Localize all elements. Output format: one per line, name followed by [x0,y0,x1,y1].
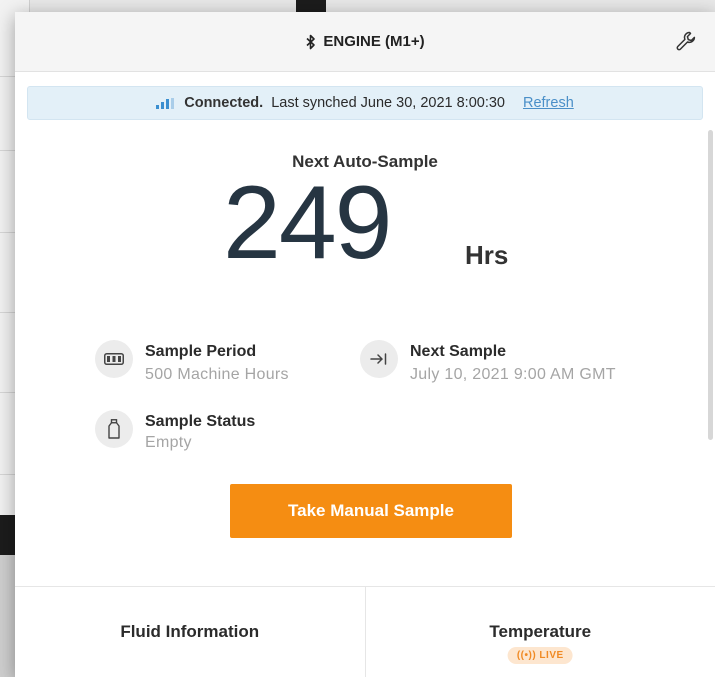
live-badge: ((•)) LIVE [507,647,573,664]
bottom-cards: Fluid Information Temperature ((•)) LIVE [15,586,715,677]
take-manual-sample-button[interactable]: Take Manual Sample [230,484,512,538]
header-title: ENGINE (M1+) [305,33,425,50]
signal-bars-icon [156,97,175,109]
engine-panel: ENGINE (M1+) Connected. Last synched Jun… [15,12,715,677]
status-last-synched: Last synched June 30, 2021 8:00:30 [271,95,505,111]
fluid-information-card[interactable]: Fluid Information [15,587,365,677]
header-title-text: ENGINE (M1+) [323,33,425,50]
bluetooth-icon [306,34,316,49]
wrench-icon[interactable] [673,28,699,54]
hours-unit: Hrs [465,240,509,270]
next-sample-value: July 10, 2021 9:00 AM GMT [410,366,616,383]
arrow-to-line-icon [360,340,398,378]
next-sample-label: Next Sample [410,343,507,360]
sample-period-label: Sample Period [145,343,257,360]
refresh-link[interactable]: Refresh [523,95,574,111]
bottle-icon [95,410,133,448]
battery-icon [95,340,133,378]
sample-period-item: Sample Period 500 Machine Hours [95,340,289,388]
sample-status-item: Sample Status Empty [95,410,256,454]
fluid-information-title: Fluid Information [120,622,260,641]
status-connected: Connected. [184,95,264,111]
temperature-card[interactable]: Temperature ((•)) LIVE [364,587,715,677]
auto-sample-counter: 249 Hrs [15,165,715,290]
sample-status-label: Sample Status [145,413,256,430]
panel-header: ENGINE (M1+) [15,12,715,72]
hours-remaining-value: 249 [223,165,393,281]
connection-status-bar: Connected. Last synched June 30, 2021 8:… [27,86,703,120]
sample-period-value: 500 Machine Hours [145,366,289,383]
sample-status-value: Empty [145,434,192,451]
temperature-title: Temperature [489,622,592,641]
next-sample-item: Next Sample July 10, 2021 9:00 AM GMT [360,340,616,388]
